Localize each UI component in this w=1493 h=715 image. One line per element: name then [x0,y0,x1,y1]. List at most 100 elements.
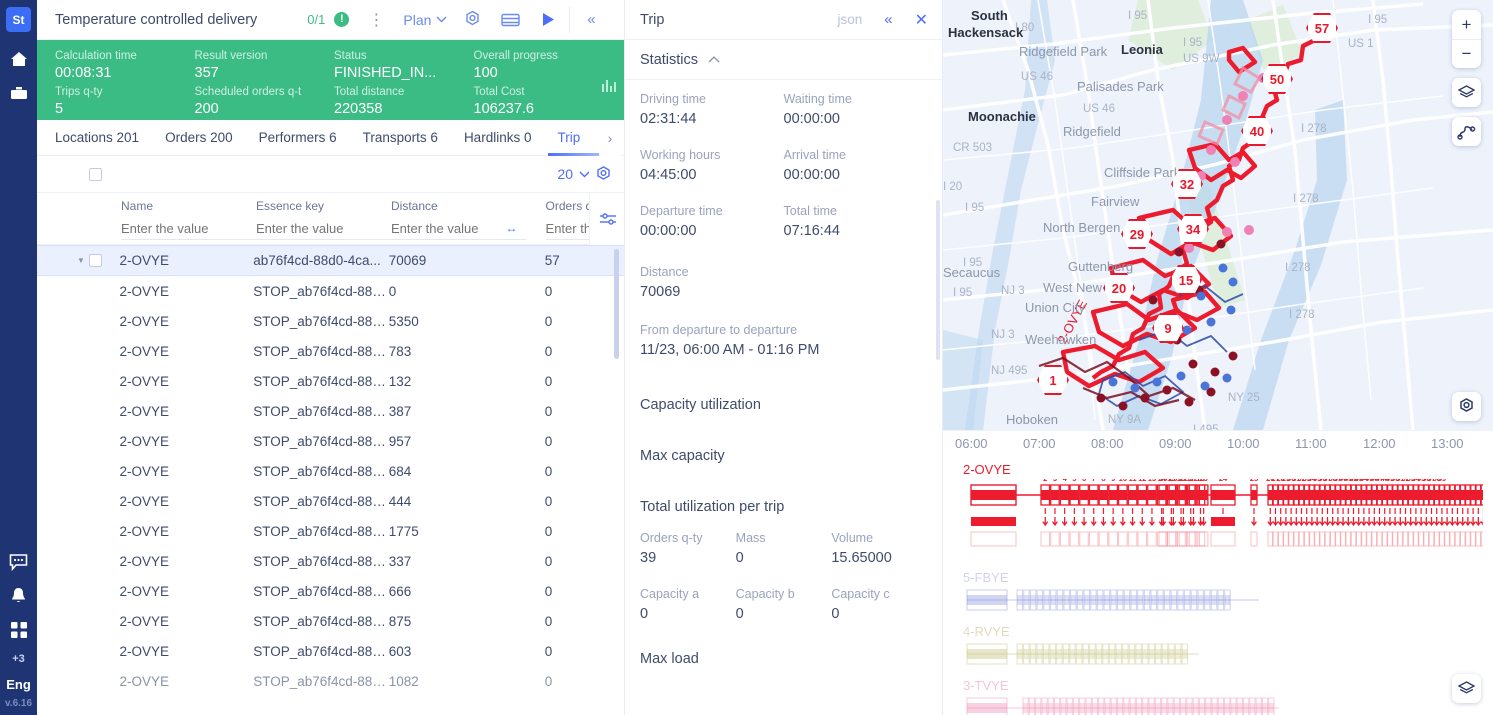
layers-icon[interactable] [1452,78,1481,107]
chat-icon[interactable] [4,545,34,579]
zoom-in-icon[interactable]: + [1452,10,1481,39]
zoom-out-icon[interactable]: − [1452,39,1481,68]
statistics-section-header[interactable]: Statistics [625,40,942,80]
column-filter-icon[interactable] [589,193,625,245]
cell-distance: 387 [388,403,412,419]
table-row[interactable]: 2-OVYE STOP_ab76f4cd-88d... 684 0 [37,456,625,486]
route-icon[interactable] [1452,117,1481,146]
close-trip-panel-icon[interactable]: ✕ [915,10,928,30]
map-layers-control[interactable] [1452,78,1481,107]
map-route-control[interactable] [1452,117,1481,146]
chart-bars-icon[interactable] [595,49,625,120]
time-tick: 07:00 [1023,436,1056,451]
collapse-trip-panel-icon[interactable]: « [884,11,892,28]
table-vertical-scrollbar[interactable] [614,249,619,359]
tabs-next-icon[interactable]: › [599,120,621,156]
row-checkbox[interactable] [89,254,103,267]
map-label: NJ 495 [991,365,1028,377]
cell-essence-key: STOP_ab76f4cd-88d... [253,643,389,659]
table-controls: 20 [37,156,625,193]
cell-distance: 70069 [388,253,427,268]
timeline-layers-control[interactable] [1452,674,1481,703]
tab-hardlinks[interactable]: Hardlinks 0 [451,120,545,155]
expand-caret-icon[interactable]: ▼ [77,256,89,265]
table-row[interactable]: ▼ 2-OVYE ab76f4cd-88d0-4ca... 70069 57 [37,245,625,276]
table-row[interactable]: 2-OVYE STOP_ab76f4cd-88d... 783 0 [37,336,625,366]
extra-count-badge[interactable]: +3 [12,647,25,671]
table-row[interactable]: 2-OVYE STOP_ab76f4cd-88d... 444 0 [37,486,625,516]
cell-orders: 0 [544,313,553,329]
timeline-row-3-TVYE[interactable]: 3-TVYE [963,678,1493,715]
bell-icon[interactable] [4,579,34,613]
route-map[interactable]: 2-OVYE South Hackensack Ridgefield Park … [943,0,1493,430]
cell-essence-key: STOP_ab76f4cd-88d... [253,673,389,689]
cell-essence-key: STOP_ab76f4cd-88d... [253,523,389,539]
table-row[interactable]: 2-OVYE STOP_ab76f4cd-88d... 337 0 [37,546,625,576]
tab-trip[interactable]: Trip [544,120,603,156]
timeline-row-bars [966,697,1279,715]
panel-layout-icon[interactable] [491,0,529,40]
plan-dropdown[interactable]: Plan [397,0,453,40]
home-icon[interactable] [4,42,34,76]
briefcase-icon[interactable] [4,76,34,110]
app-logo[interactable]: St [6,7,31,32]
filter-name-input[interactable] [121,219,256,240]
table-row[interactable]: 2-OVYE STOP_ab76f4cd-88d... 387 0 [37,396,625,426]
json-view-toggle[interactable]: json [837,12,862,27]
table-row[interactable]: 2-OVYE STOP_ab76f4cd-88d... 875 0 [37,606,625,636]
apps-grid-icon[interactable] [4,613,34,647]
cell-essence-key: STOP_ab76f4cd-88d... [253,553,389,569]
gear-icon[interactable] [1452,392,1481,421]
table-row[interactable]: 2-OVYE STOP_ab76f4cd-88d... 132 0 [37,366,625,396]
table-row[interactable]: 2-OVYE STOP_ab76f4cd-88d... 957 0 [37,426,625,456]
status-badge-icon[interactable]: ! [334,12,350,27]
map-label: South [971,8,1008,23]
table-settings-gear-icon[interactable] [594,165,613,184]
select-all-checkbox[interactable] [89,167,102,181]
util-orders-qty: Orders q-ty 39 [640,515,736,569]
table-row[interactable]: 2-OVYE STOP_ab76f4cd-88d... 0 0 [37,276,625,306]
stat-waiting-time: Waiting time 00:00:00 [784,80,928,130]
svg-text:19: 19 [1159,479,1167,483]
table-row[interactable]: 2-OVYE STOP_ab76f4cd-88d... 1775 0 [37,516,625,546]
table-row[interactable]: 2-OVYE STOP_ab76f4cd-88d... 5350 0 [37,306,625,336]
tab-transports[interactable]: Transports 6 [350,120,451,155]
column-resize-icon[interactable]: ↔ [506,221,518,235]
filter-essence-key-input[interactable] [256,219,391,240]
collapse-panel-icon[interactable]: « [572,0,610,40]
timeline-row-4-RVYE[interactable]: 4-RVYE [963,624,1493,667]
table-panel: Temperature controlled delivery 0/1 ! ⋮ … [37,0,625,715]
map-settings-control[interactable] [1452,392,1481,421]
cell-essence-key: STOP_ab76f4cd-88d... [253,463,389,479]
cell-orders: 0 [544,343,553,359]
timeline-row-label: 4-RVYE [963,624,1010,639]
timeline-row-2-OVYE[interactable]: 2-OVYE 234567891011121314151617181920212… [963,462,1493,551]
timeline-row-5-FBYE[interactable]: 5-FBYE [963,570,1493,613]
layers-icon[interactable] [1452,674,1481,703]
trip-panel-scrollbar[interactable] [936,200,940,360]
table-row[interactable]: 2-OVYE STOP_ab76f4cd-88d... 666 0 [37,576,625,606]
settings-gear-icon[interactable] [453,0,491,40]
stat-value: 00:08:31 [55,65,112,81]
page-size-dropdown[interactable]: 20 [557,166,590,182]
cell-orders: 57 [544,253,560,268]
language-switcher[interactable]: Eng [6,671,31,698]
table-row[interactable]: 2-OVYE STOP_ab76f4cd-88d... 603 0 [37,636,625,666]
tab-orders[interactable]: Orders 200 [152,120,246,155]
tab-performers[interactable]: Performers 6 [246,120,350,155]
table-row[interactable]: 2-OVYE STOP_ab76f4cd-88d... 1082 0 [37,666,625,696]
stat-label: Distance [640,265,689,279]
time-tick: 10:00 [1227,436,1260,451]
entity-tabs: Locations 201 Orders 200 Performers 6 Tr… [37,120,625,156]
cell-name: 2-OVYE [119,583,170,599]
more-options-icon[interactable]: ⋮ [359,0,393,40]
trip-timeline[interactable]: 06:00 07:00 08:00 09:00 10:00 11:00 12:0… [943,430,1493,715]
cell-distance: 957 [388,433,412,449]
stat-label: Capacity b [735,587,795,601]
stat-label: Mass [735,531,766,545]
run-play-icon[interactable] [529,0,567,40]
map-label: I 95 [963,257,983,269]
svg-text:23: 23 [1199,479,1207,483]
trip-panel-header: Trip json « ✕ [625,0,942,40]
tab-locations[interactable]: Locations 201 [55,120,152,155]
